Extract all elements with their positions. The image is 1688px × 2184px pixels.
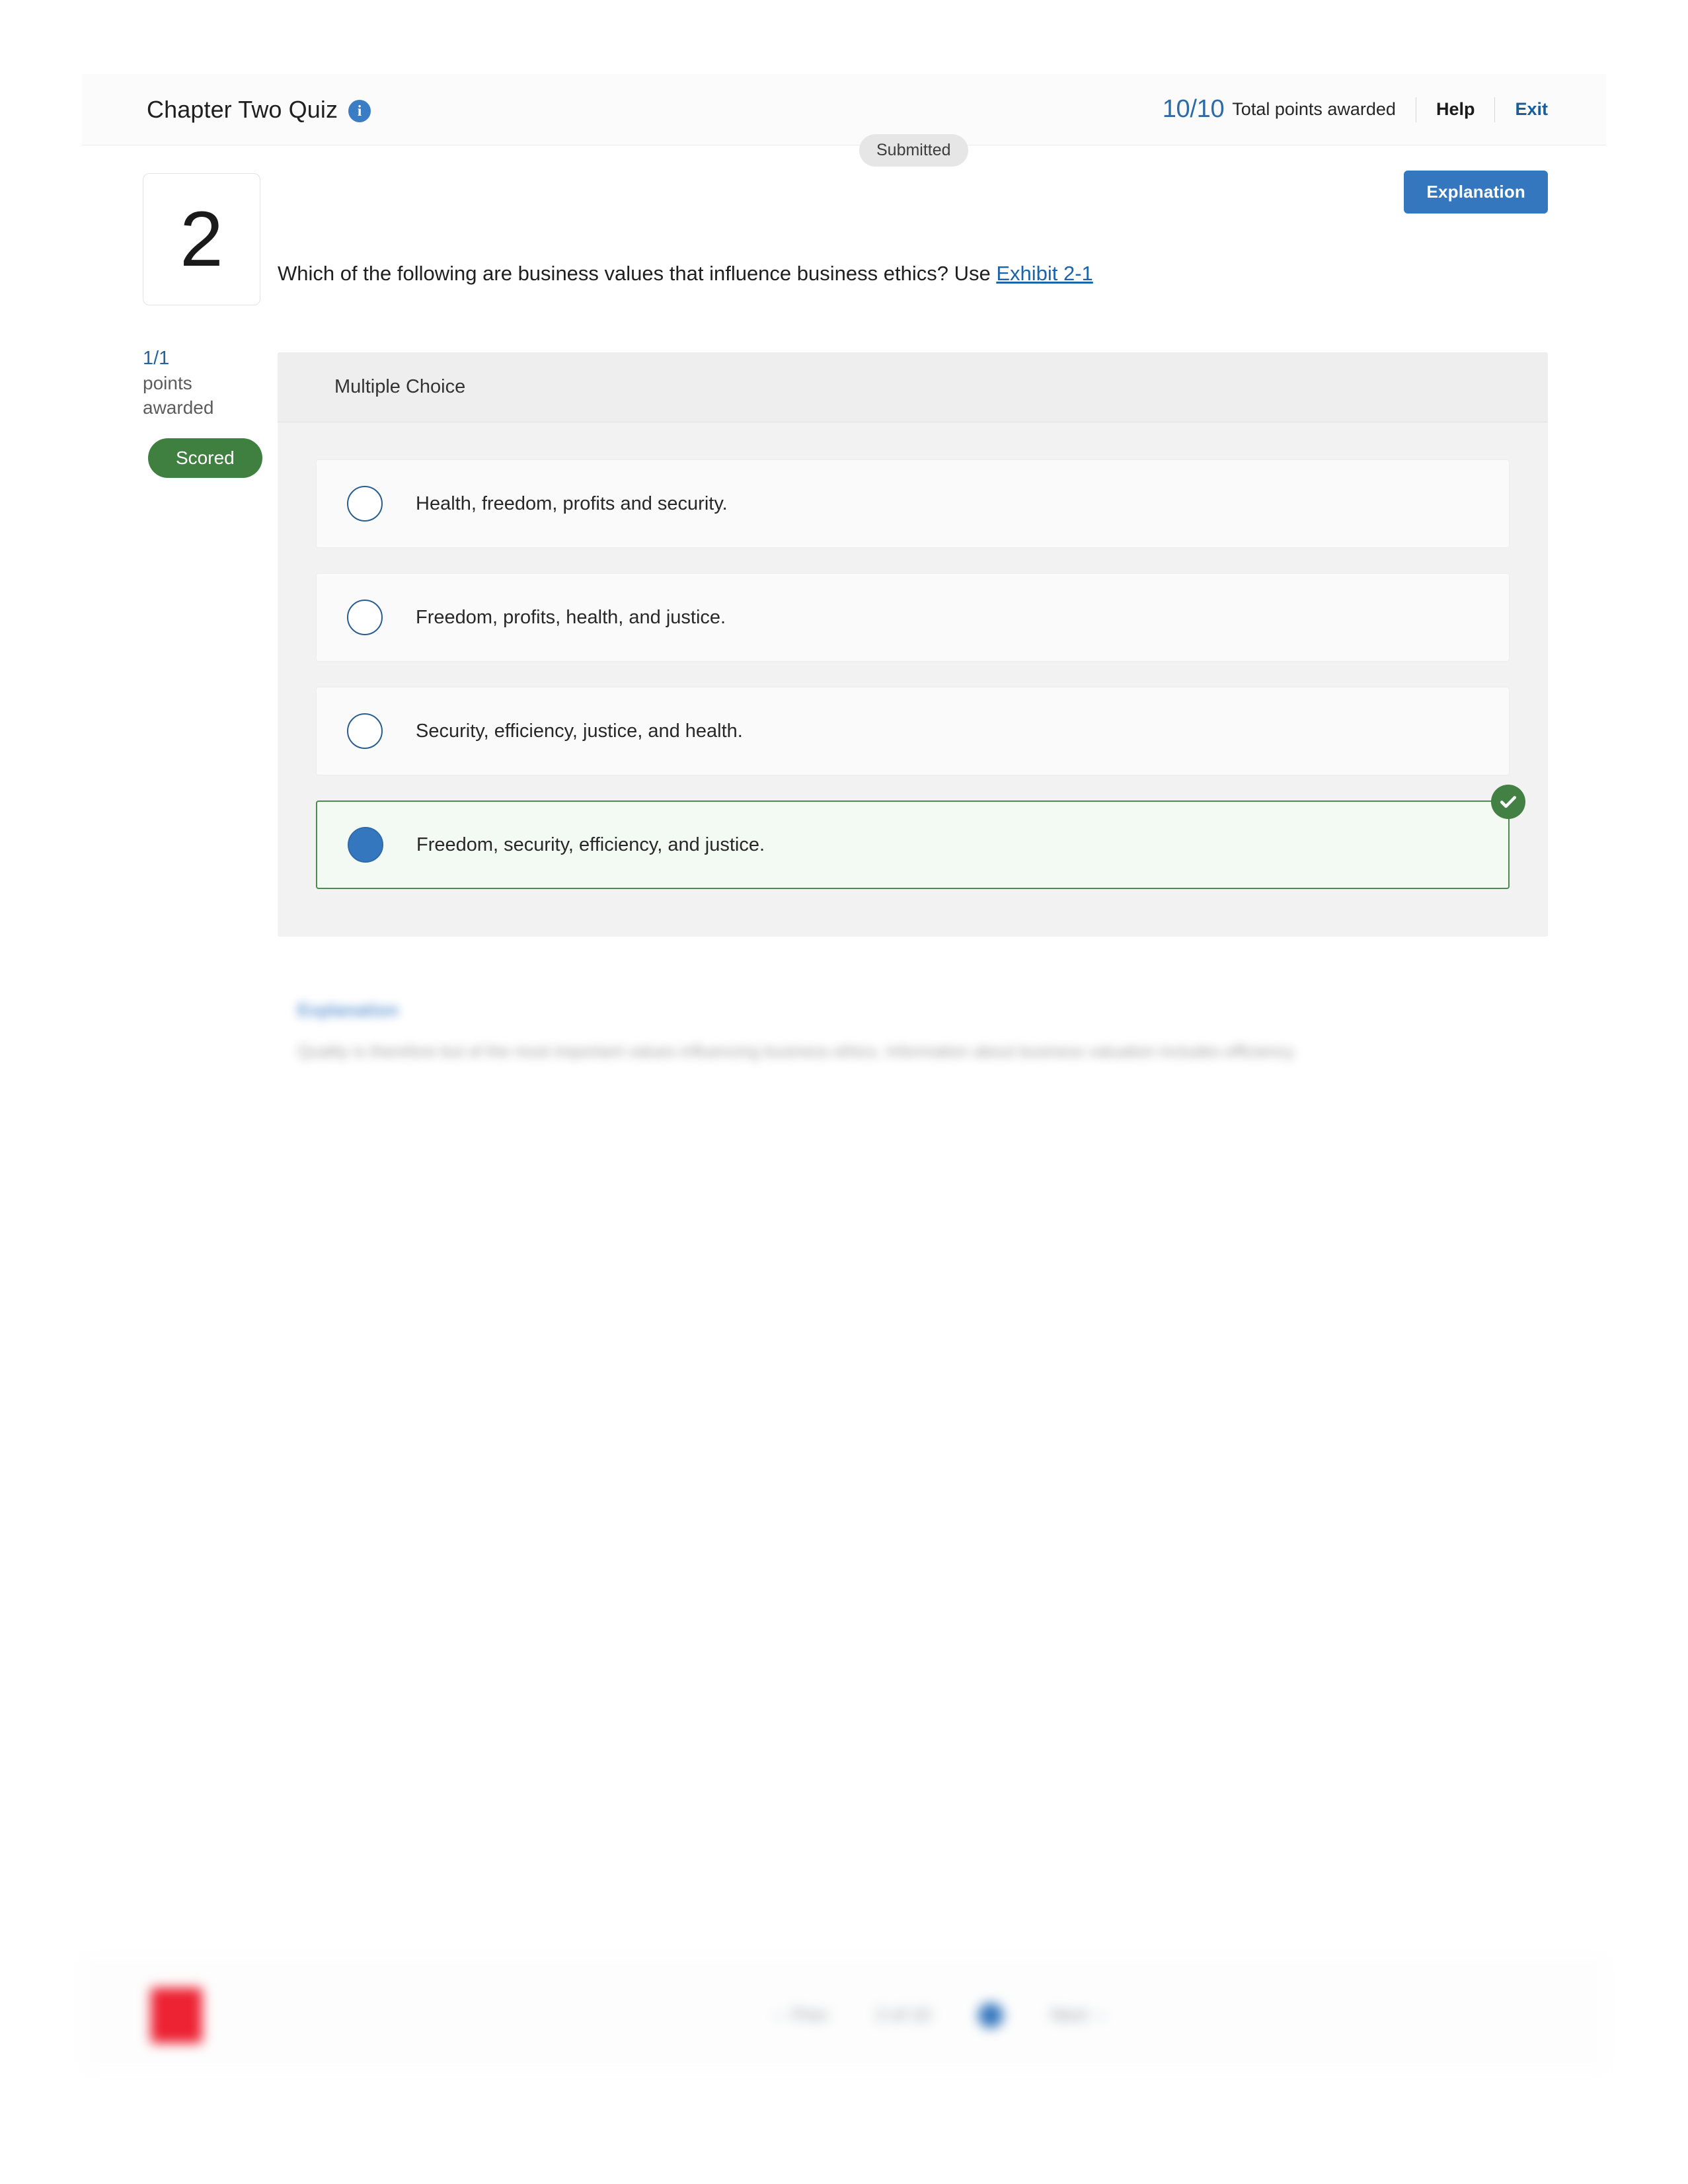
question-points-awarded: 1/1 (143, 348, 170, 369)
radio-icon-1[interactable] (347, 485, 383, 522)
explanation-title: Explanation (297, 999, 399, 1020)
answer-options-list: Health, freedom, profits and security. F… (278, 422, 1548, 937)
header-divider-2 (1494, 97, 1496, 122)
answer-option-4[interactable]: Freedom, security, efficiency, and justi… (316, 784, 1525, 889)
radio-icon-2[interactable] (347, 599, 383, 635)
explanation-button[interactable]: Explanation (1404, 171, 1548, 214)
help-link[interactable]: Help (1436, 99, 1475, 120)
prev-question-button[interactable]: ‹ Prev (775, 2005, 828, 2025)
current-question-dot-icon[interactable] (978, 2002, 1003, 2028)
quiz-page: Chapter Two Quiz i Submitted 10/10 Total… (82, 74, 1606, 2084)
answer-panel: Multiple Choice Health, freedom, profits… (278, 352, 1548, 937)
chevron-right-icon: › (1098, 2005, 1104, 2025)
total-points-label: Total points awarded (1232, 99, 1396, 119)
answer-type-label: Multiple Choice (278, 352, 1548, 422)
radio-icon-4[interactable] (348, 826, 383, 863)
explanation-body: Quality is therefore but of the most imp… (297, 1042, 1297, 1061)
answer-option-1[interactable]: Health, freedom, profits and security. (316, 459, 1510, 548)
exhibit-link[interactable]: Exhibit 2-1 (996, 262, 1093, 285)
header-right-group: 10/10 Total points awarded Help Exit (1163, 95, 1606, 124)
prev-label: Prev (791, 2005, 829, 2025)
answer-option-label: Security, efficiency, justice, and healt… (416, 720, 743, 742)
question-column: Which of the following are business valu… (238, 167, 1606, 1066)
exit-link[interactable]: Exit (1515, 99, 1548, 120)
total-points-score: 10/10 (1162, 95, 1225, 123)
header-left-group: Chapter Two Quiz i (82, 96, 371, 124)
correct-check-icon (1491, 784, 1525, 819)
info-icon[interactable]: i (348, 99, 371, 122)
quiz-body: Explanation 2 1/1 points awarded Scored … (82, 145, 1606, 1092)
answer-option-label: Freedom, security, efficiency, and justi… (416, 834, 765, 855)
position-label: 2 of 10 (876, 2005, 931, 2025)
next-question-button[interactable]: Next › (1051, 2005, 1104, 2025)
answer-option-label: Freedom, profits, health, and justice. (416, 606, 726, 628)
question-grid: 2 1/1 points awarded Scored Which of the… (82, 145, 1606, 1066)
question-stem: Which of the following are business valu… (278, 262, 997, 285)
page-title: Chapter Two Quiz (147, 95, 338, 123)
bottom-navigation-bar: ‹ Prev 2 of 10 Next › (82, 1958, 1606, 2072)
question-rail: 2 1/1 points awarded Scored (82, 167, 262, 1066)
brand-logo-icon (151, 1987, 202, 2043)
explanation-section: Explanation Quality is therefore but of … (297, 1000, 1548, 1066)
next-label: Next (1050, 2005, 1088, 2025)
question-points-awarded-label: points awarded (143, 373, 214, 418)
answer-option-3[interactable]: Security, efficiency, justice, and healt… (316, 686, 1510, 775)
answer-option-label: Health, freedom, profits and security. (416, 492, 728, 514)
answer-option-2[interactable]: Freedom, profits, health, and justice. (316, 572, 1510, 662)
chevron-left-icon: ‹ (775, 2005, 781, 2025)
question-position-indicator: 2 of 10 (876, 2005, 931, 2025)
question-text: Which of the following are business valu… (258, 167, 1548, 289)
bottom-nav-group: ‹ Prev 2 of 10 Next › (775, 2002, 1104, 2028)
quiz-header: Chapter Two Quiz i Submitted 10/10 Total… (82, 74, 1606, 167)
radio-icon-3[interactable] (347, 713, 383, 749)
